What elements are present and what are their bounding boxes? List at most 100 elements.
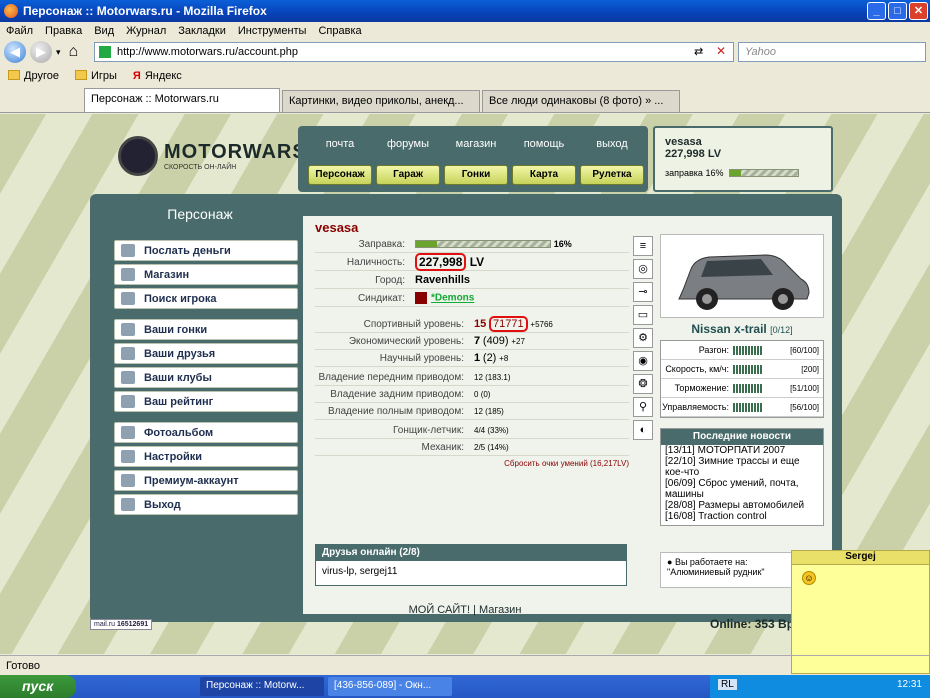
menu-premium[interactable]: Премиум-аккаунт — [114, 470, 298, 491]
nav-forums[interactable]: форумы — [376, 138, 440, 150]
search-input[interactable]: Yahoo — [738, 42, 926, 62]
rear-drive-row: Владение задним приводом: 0 (0) — [315, 386, 629, 403]
tire-icon[interactable]: ◎ — [633, 259, 653, 279]
engine-icon[interactable]: ⚙ — [633, 328, 653, 348]
close-button[interactable]: ✕ — [909, 2, 928, 20]
body-icon[interactable]: ▭ — [633, 305, 653, 325]
start-button[interactable]: пуск — [0, 675, 76, 698]
taskbar: пуск Персонаж :: Motorw... [436-856-089]… — [0, 675, 930, 698]
folder-icon — [8, 70, 20, 80]
premium-icon — [121, 474, 135, 487]
clock[interactable]: 12:31 — [897, 679, 922, 690]
bookmark-games[interactable]: Игры — [74, 70, 117, 82]
mailru-counter[interactable]: mail.ru 16512691 — [90, 619, 153, 630]
car-stats: Разгон: [60/100] Скорость, км/ч: [200] Тор… — [660, 340, 824, 418]
menu-your-races[interactable]: Ваши гонки — [114, 319, 298, 340]
syndicate-row: Синдикат: *Demons — [315, 290, 629, 307]
menu-bar: Файл Правка Вид Журнал Закладки Инструме… — [0, 22, 930, 39]
clubs-icon — [121, 371, 135, 384]
news-item[interactable]: [28/08] Размеры автомобилей — [661, 500, 823, 511]
nav-mail[interactable]: почта — [308, 138, 372, 150]
profile-content: vesasa Заправка: 16% Наличность: 227,998… — [303, 216, 832, 614]
taskbar-firefox[interactable]: Персонаж :: Motorw... — [200, 677, 324, 696]
full-drive-row: Владение полным приводом: 12 (185) — [315, 403, 629, 420]
menu-bookmarks[interactable]: Закладки — [178, 25, 226, 37]
news-item[interactable]: [06/09] Сброс умений, почта, машины — [661, 478, 823, 500]
menu-edit[interactable]: Правка — [45, 25, 82, 37]
minimize-button[interactable]: _ — [867, 2, 886, 20]
syndicate-link[interactable]: *Demons — [431, 293, 474, 304]
nav-map[interactable]: Карта — [512, 165, 576, 185]
news-item[interactable]: [22/10] Зимние трассы и еще кое-что — [661, 456, 823, 478]
work-info: ● Вы работаете на: "Алюминиевый рудник" — [660, 552, 800, 588]
bookmark-other[interactable]: Другое — [8, 70, 59, 82]
nav-roulette[interactable]: Рулетка — [580, 165, 644, 185]
bookmark-yandex[interactable]: Я Яндекс — [133, 70, 182, 82]
reset-skills-link[interactable]: Сбросить очки умений (16,217LV) — [315, 459, 629, 468]
language-indicator[interactable]: RL — [718, 679, 737, 690]
brake-icon[interactable]: ◐ — [633, 420, 653, 440]
sport-level-row: Спортивный уровень: 15 71771 +5766 — [315, 316, 629, 333]
menu-your-friends[interactable]: Ваши друзья — [114, 343, 298, 364]
url-bar[interactable]: http://www.motorwars.ru/account.php — [94, 42, 734, 62]
stat-gauge — [733, 345, 763, 355]
menu-exit[interactable]: Выход — [114, 494, 298, 515]
menu-view[interactable]: Вид — [94, 25, 114, 37]
menu-find-player[interactable]: Поиск игрока — [114, 288, 298, 309]
tuning-icons: ≡ ◎ ⊸ ▭ ⚙ ◉ ❂ ⚲ ◐ — [633, 236, 655, 443]
menu-tools[interactable]: Инструменты — [238, 25, 307, 37]
car-image[interactable] — [660, 234, 824, 318]
menu-your-rating[interactable]: Ваш рейтинг — [114, 391, 298, 412]
menu-shop[interactable]: Магазин — [114, 264, 298, 285]
url-text: http://www.motorwars.ru/account.php — [117, 46, 298, 58]
menu-history[interactable]: Журнал — [126, 25, 166, 37]
nitro-icon[interactable]: ⚲ — [633, 397, 653, 417]
status-text: Готово — [6, 659, 40, 672]
window-titlebar: Персонаж :: Motorwars.ru - Mozilla Firef… — [0, 0, 930, 22]
nav-character[interactable]: Персонаж — [308, 165, 372, 185]
nav-races[interactable]: Гонки — [444, 165, 508, 185]
tab-character[interactable]: Персонаж :: Motorwars.ru — [84, 88, 280, 112]
news-item[interactable]: [16/08] Traction control — [661, 511, 823, 522]
nav-help[interactable]: помощь — [512, 138, 576, 150]
back-button[interactable]: ◀ — [4, 41, 26, 63]
online-count: Online: 353 Вре — [710, 617, 801, 631]
friends-list[interactable]: virus-lp, sergej11 — [316, 561, 626, 582]
menu-help[interactable]: Справка — [318, 25, 361, 37]
tab-pictures[interactable]: Картинки, видео приколы, анекд... — [282, 90, 480, 112]
stop-icon[interactable]: ✕ — [716, 44, 726, 58]
status-bar: Готово — [0, 655, 930, 675]
car-name[interactable]: Nissan x-trail [0/12] — [660, 322, 824, 336]
stat-gauge — [733, 383, 763, 393]
go-icon[interactable]: ⇄ — [694, 45, 703, 58]
maximize-button[interactable]: □ — [888, 2, 907, 20]
forward-button[interactable]: ▶ — [30, 41, 52, 63]
smiley-icon[interactable]: ☺ — [802, 571, 816, 585]
work-place[interactable]: "Алюминиевый рудник" — [667, 567, 793, 577]
stat-gauge — [733, 364, 763, 374]
tab-bar: Персонаж :: Motorwars.ru Картинки, видео… — [0, 87, 930, 113]
exhaust-icon[interactable]: ⊸ — [633, 282, 653, 302]
nav-logout[interactable]: выход — [580, 138, 644, 150]
stat-speed: Скорость, км/ч: [200] — [661, 360, 823, 379]
dropdown-icon[interactable]: ▾ — [56, 47, 61, 58]
menu-your-clubs[interactable]: Ваши клубы — [114, 367, 298, 388]
stat-braking: Торможение: [51/100] — [661, 379, 823, 398]
nav-garage[interactable]: Гараж — [376, 165, 440, 185]
tab-people[interactable]: Все люди одинаковы (8 фото) » ... — [482, 90, 680, 112]
turbo-icon[interactable]: ❂ — [633, 374, 653, 394]
suspension-icon[interactable]: ≡ — [633, 236, 653, 256]
exit-icon — [121, 498, 135, 511]
wheel-icon[interactable]: ◉ — [633, 351, 653, 371]
menu-send-money[interactable]: Послать деньги — [114, 240, 298, 261]
menu-file[interactable]: Файл — [6, 25, 33, 37]
search-icon — [121, 292, 135, 305]
syndicate-icon — [415, 292, 427, 304]
profile-name: vesasa — [315, 220, 359, 235]
menu-photo-album[interactable]: Фотоальбом — [114, 422, 298, 443]
menu-settings[interactable]: Настройки — [114, 446, 298, 467]
news-item[interactable]: [13/11] МОТОРПАТИ 2007 — [661, 445, 823, 456]
home-icon[interactable]: ⌂ — [69, 43, 79, 61]
nav-shop[interactable]: магазин — [444, 138, 508, 150]
taskbar-im[interactable]: [436-856-089] - Окн... — [328, 677, 452, 696]
